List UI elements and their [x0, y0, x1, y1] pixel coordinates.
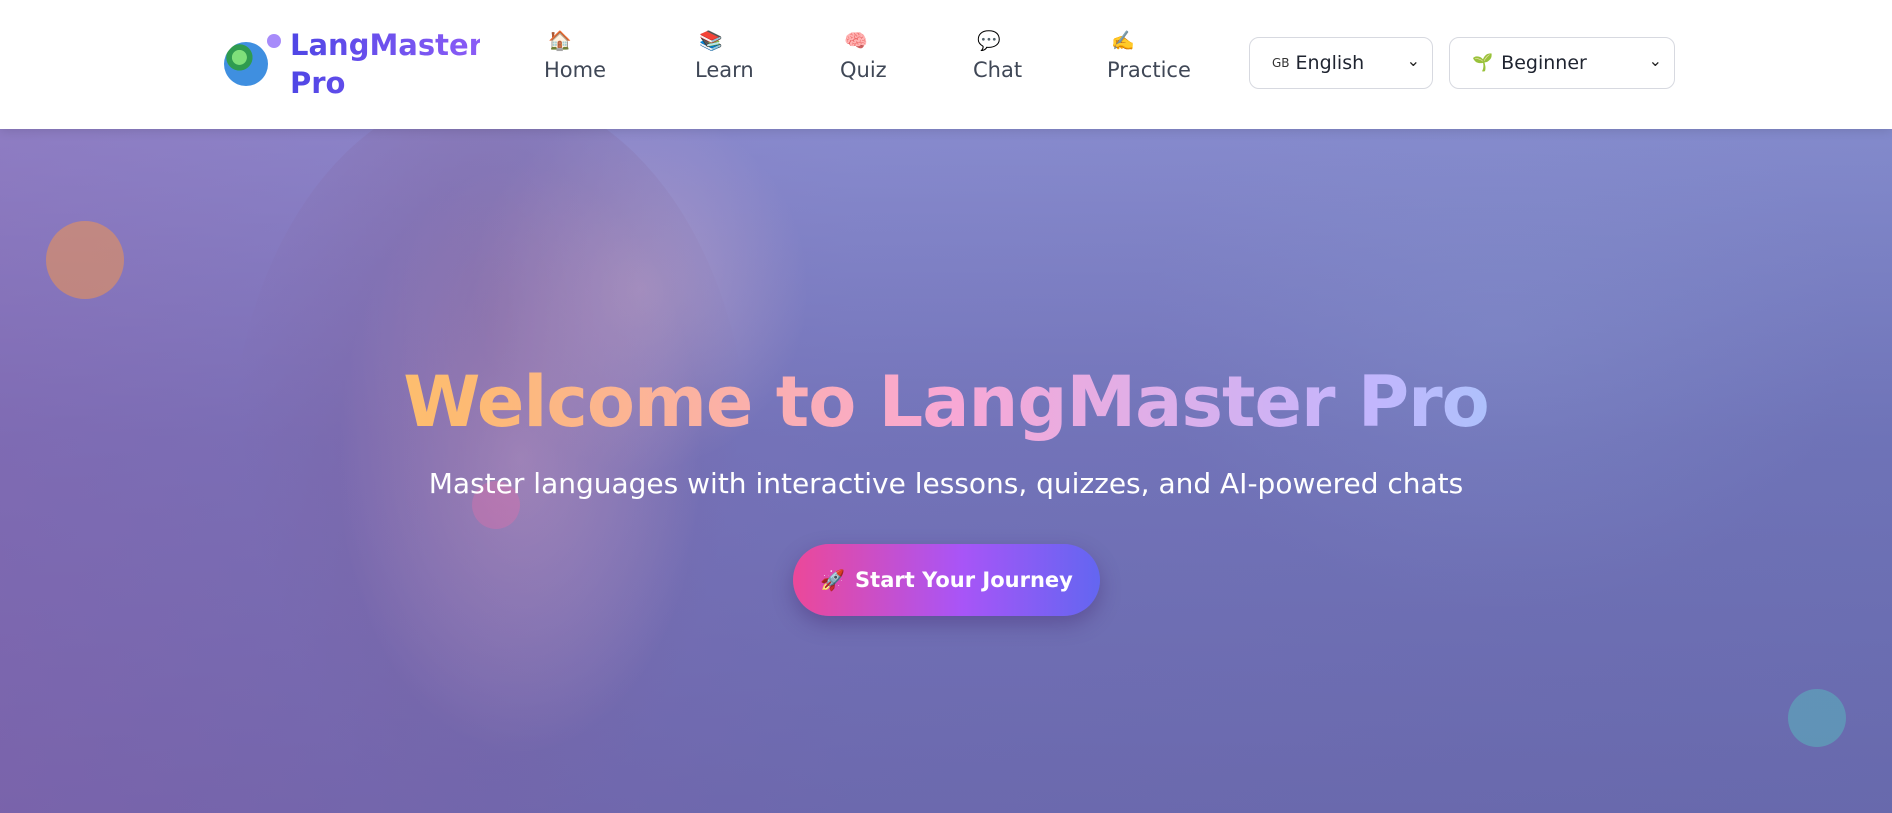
level-select-value: Beginner	[1501, 52, 1587, 74]
top-navbar: LangMaster Pro 🏠 Home 📚 Learn 🧠 Quiz 💬 C…	[0, 0, 1892, 129]
globe-icon	[224, 42, 268, 86]
rocket-icon: 🚀	[820, 568, 846, 592]
brain-icon: 🧠	[844, 31, 868, 52]
speech-bubble-icon: 💬	[977, 31, 1001, 52]
nav-practice[interactable]: ✍️ Practice	[1107, 30, 1191, 84]
chevron-down-icon: ⌄	[1406, 51, 1420, 70]
nav-quiz[interactable]: 🧠 Quiz	[840, 30, 887, 84]
writing-hand-icon: ✍️	[1111, 31, 1135, 52]
language-select[interactable]: GB English ⌄	[1249, 37, 1433, 89]
nav-learn-label: Learn	[695, 58, 754, 82]
decorative-bubble	[46, 221, 124, 299]
home-icon: 🏠	[548, 31, 572, 52]
books-icon: 📚	[699, 31, 723, 52]
brand-logo[interactable]: LangMaster Pro	[224, 26, 483, 102]
level-select[interactable]: 🌱 Beginner ⌄	[1449, 37, 1675, 89]
start-journey-label: Start Your Journey	[855, 568, 1073, 592]
nav-practice-label: Practice	[1107, 58, 1191, 82]
nav-chat[interactable]: 💬 Chat	[973, 30, 1022, 84]
nav-quiz-label: Quiz	[840, 58, 887, 82]
language-select-value: English	[1295, 52, 1365, 74]
hero-section: Welcome to LangMaster Pro Master languag…	[0, 129, 1892, 813]
nav-chat-label: Chat	[973, 58, 1023, 82]
gb-flag-icon: GB	[1272, 56, 1290, 70]
nav-learn[interactable]: 📚 Learn	[695, 30, 754, 84]
logo-accent-dot	[267, 34, 281, 48]
decorative-bubble	[1788, 689, 1846, 747]
sprout-icon: 🌱	[1472, 53, 1494, 73]
hero-title: Welcome to LangMaster Pro	[0, 357, 1892, 447]
brand-name: LangMaster Pro	[290, 28, 483, 100]
chevron-down-icon: ⌄	[1648, 51, 1662, 70]
hero-subtitle: Master languages with interactive lesson…	[428, 467, 1464, 500]
nav-home[interactable]: 🏠 Home	[544, 30, 606, 84]
start-journey-button[interactable]: 🚀 Start Your Journey	[793, 544, 1100, 616]
nav-home-label: Home	[544, 58, 607, 82]
